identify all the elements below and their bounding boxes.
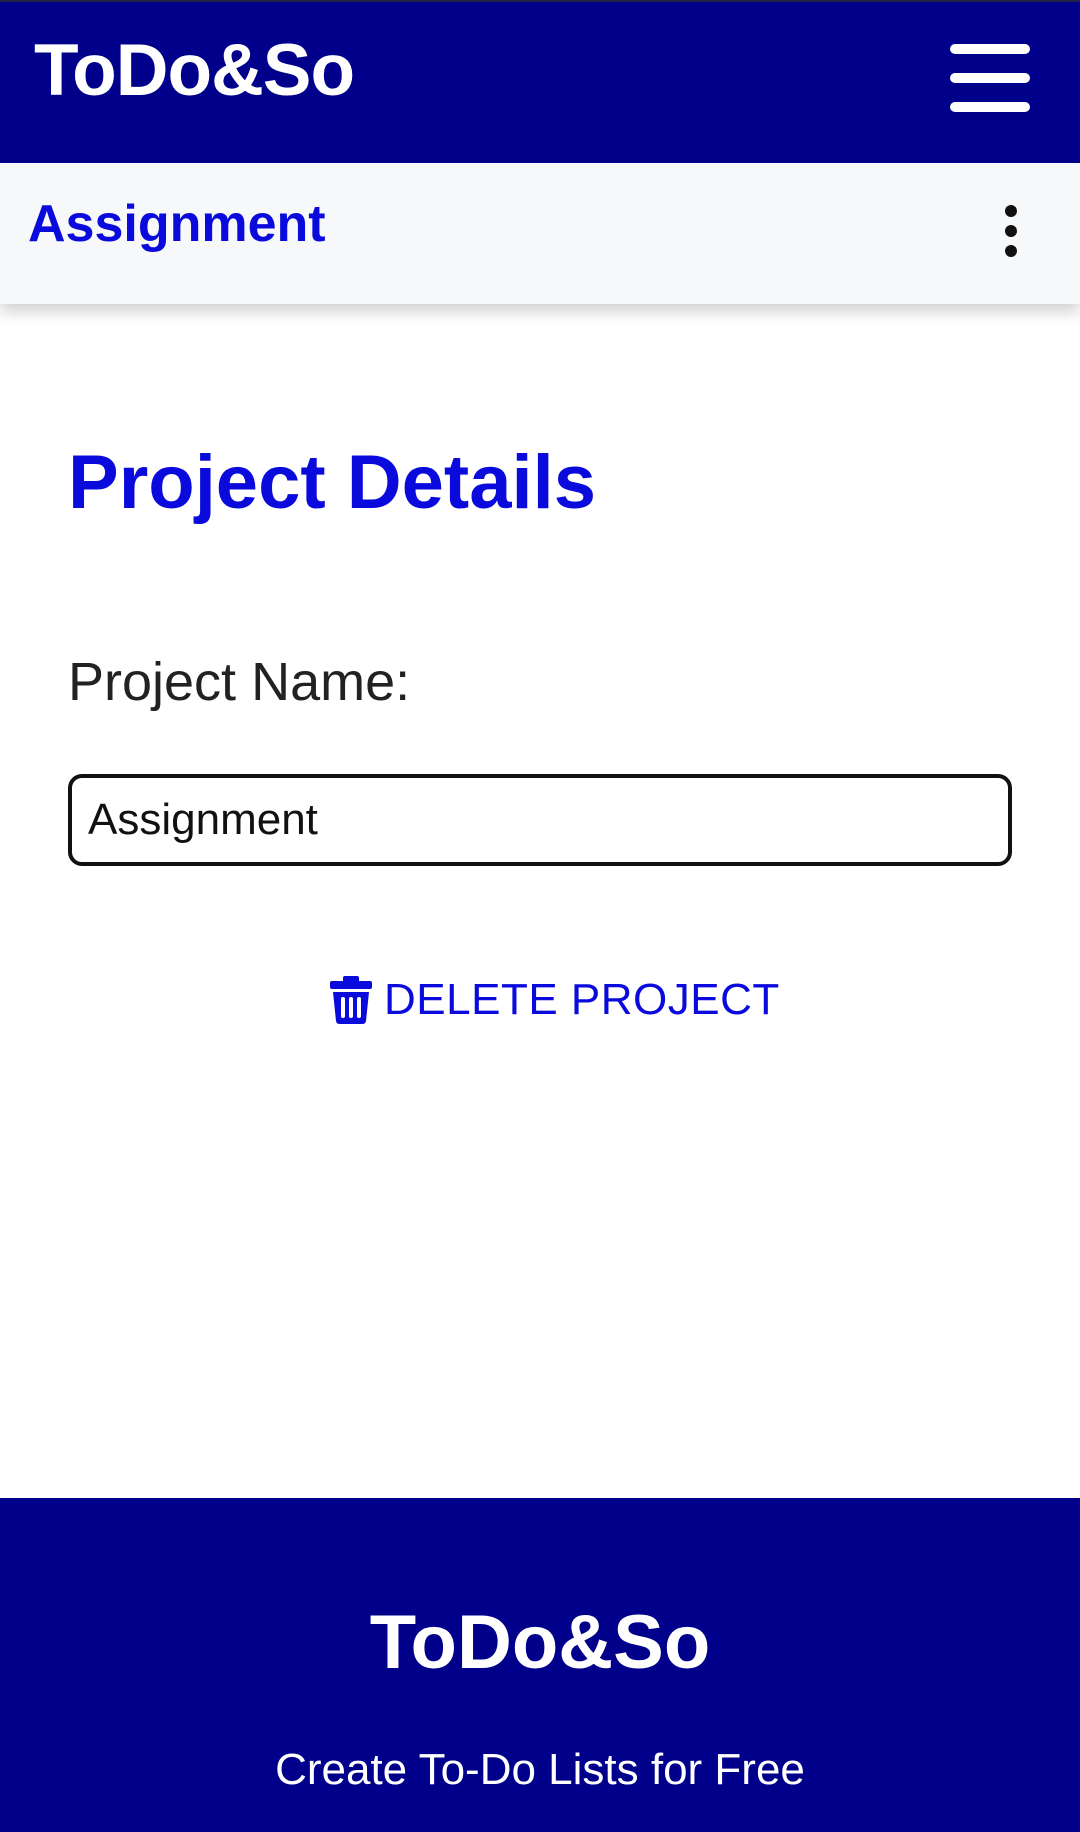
project-name-label: Project Name:: [68, 652, 411, 712]
site-footer: ToDo&So Create To-Do Lists for Free: [0, 1498, 1080, 1832]
more-vertical-icon[interactable]: [994, 203, 1028, 263]
footer-tagline: Create To-Do Lists for Free: [275, 1745, 805, 1794]
delete-project-label: DELETE PROJECT: [384, 975, 780, 1024]
delete-project-button[interactable]: DELETE PROJECT: [330, 970, 780, 1030]
kebab-dot: [1005, 205, 1017, 217]
project-toolbar: Assignment: [0, 163, 1080, 304]
page-title: Project Details: [68, 440, 596, 525]
app-brand-logo[interactable]: ToDo&So: [34, 28, 355, 114]
menu-bar: [950, 102, 1030, 112]
top-app-bar: ToDo&So: [0, 0, 1080, 163]
trash-icon: [330, 976, 372, 1024]
hamburger-menu-icon[interactable]: [950, 44, 1030, 114]
menu-bar: [950, 44, 1030, 54]
kebab-dot: [1005, 245, 1017, 257]
top-edge-divider: [0, 0, 1080, 2]
menu-bar: [950, 73, 1030, 83]
project-toolbar-title: Assignment: [28, 195, 326, 253]
footer-brand: ToDo&So: [369, 1600, 711, 1685]
kebab-dot: [1005, 225, 1017, 237]
project-name-input[interactable]: [68, 774, 1012, 866]
